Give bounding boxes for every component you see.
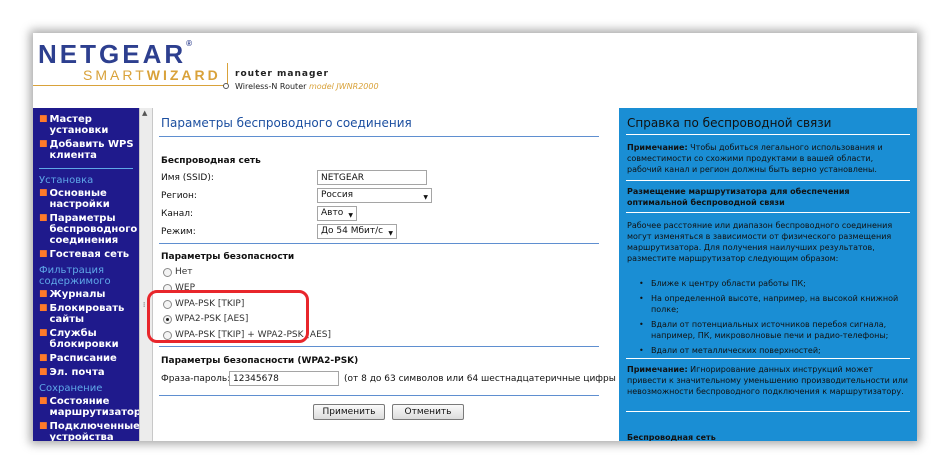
sidebar-section-setup: Установка — [39, 175, 94, 186]
help-placement-text: Рабочее расстояние или диапазон беспрово… — [627, 221, 893, 263]
help-divider — [626, 212, 910, 213]
title-divider — [159, 136, 599, 137]
sidebar-item-wireless-settings[interactable]: ■ Параметры беспроводного соединения — [33, 213, 139, 249]
bullet-icon: ■ — [39, 188, 48, 198]
router-admin-window: NETGEAR® SMARTWIZARD router manager Wire… — [33, 33, 917, 441]
sidebar-divider — [39, 168, 133, 169]
help-title: Справка по беспроводной связи — [627, 116, 832, 130]
mode-label: Режим: — [161, 227, 196, 237]
section-divider — [159, 346, 599, 347]
help-note-2: Примечание: Игнорирование данных инструк… — [627, 365, 908, 396]
wireless-settings-panel: Параметры беспроводного соединения Беспр… — [154, 108, 620, 441]
help-divider — [626, 358, 910, 359]
sidebar-item-setup-wizard[interactable]: ■ Мастер установки — [33, 114, 139, 139]
cancel-button[interactable]: Отменить — [392, 404, 464, 420]
sidebar-item-attached-devices[interactable]: ■ Подключенные устройства — [33, 421, 139, 441]
bullet-icon: ■ — [39, 213, 48, 223]
passphrase-label: Фраза-пароль: — [161, 374, 231, 384]
apply-button[interactable]: Применить — [313, 404, 385, 420]
sidebar-item-email[interactable]: ■ Эл. почта — [33, 367, 139, 381]
router-model-line: Wireless-N Router model JWNR2000 — [235, 82, 379, 91]
help-note-1: Примечание: Чтобы добиться легального ис… — [627, 143, 883, 174]
sidebar-section-content-filtering: Фильтрация содержимого — [39, 265, 111, 287]
bullet-icon: ■ — [39, 421, 48, 431]
section-divider — [159, 243, 599, 244]
channel-label: Канал: — [161, 209, 194, 219]
help-tip: На определенной высоте, например, на выс… — [637, 293, 905, 315]
help-panel: Справка по беспроводной связи Примечание… — [616, 105, 917, 441]
sidebar-item-block-sites[interactable]: ■ Блокировать сайты — [33, 303, 139, 328]
bullet-icon: ■ — [39, 353, 48, 363]
bullet-icon: ■ — [39, 289, 48, 299]
passphrase-input[interactable] — [229, 371, 339, 386]
chevron-down-icon: ▼ — [348, 212, 353, 219]
logo-underline — [33, 85, 228, 86]
sidebar-item-schedule[interactable]: ■ Расписание — [33, 353, 139, 367]
scroll-up-arrow-icon[interactable]: ▲ — [142, 109, 147, 117]
bullet-icon: ■ — [39, 114, 48, 124]
help-placement-heading: Размещение маршрутизатора для обеспечени… — [627, 187, 850, 207]
page-title: Параметры беспроводного соединения — [161, 116, 412, 130]
highlight-annotation — [147, 290, 309, 343]
security-options-heading: Параметры безопасности — [161, 252, 295, 262]
bullet-icon: ■ — [39, 249, 48, 259]
region-label: Регион: — [161, 191, 197, 201]
header: NETGEAR® SMARTWIZARD router manager Wire… — [33, 33, 917, 105]
sidebar-item-guest-network[interactable]: ■ Гостевая сеть — [33, 249, 139, 263]
sidebar-nav: ■ Мастер установки ■ Добавить WPS клиента … — [33, 105, 139, 441]
bullet-icon: ■ — [39, 396, 48, 406]
radio-button[interactable] — [163, 267, 172, 277]
scroll-grip-icon[interactable]: ⁞ — [143, 301, 145, 309]
help-section-2-heading: Беспроводная сеть — [627, 433, 716, 441]
router-manager-title: router manager — [235, 69, 329, 79]
security-option-none[interactable]: Нет — [163, 267, 193, 277]
region-select[interactable]: Россия ▼ — [317, 188, 432, 203]
help-tip: Ближе к центру области работы ПК; — [637, 278, 905, 289]
ssid-label: Имя (SSID): — [161, 173, 214, 183]
help-divider — [626, 180, 910, 181]
chevron-down-icon: ▼ — [388, 230, 393, 237]
netgear-logo: NETGEAR® — [38, 39, 193, 69]
sidebar-scrollbar[interactable] — [139, 108, 153, 441]
sidebar-item-add-wps-client[interactable]: ■ Добавить WPS клиента — [33, 139, 139, 164]
bullet-icon: ■ — [39, 328, 48, 338]
help-tip: Вдали от металлических поверхностей; — [637, 345, 905, 356]
bullet-icon: ■ — [39, 139, 48, 149]
help-tips-list: Ближе к центру области работы ПК; На опр… — [637, 278, 905, 360]
ssid-input[interactable] — [317, 170, 427, 185]
channel-select[interactable]: Авто ▼ — [317, 206, 357, 221]
sidebar-item-logs[interactable]: ■ Журналы — [33, 289, 139, 303]
wireless-network-heading: Беспроводная сеть — [161, 156, 261, 166]
chevron-down-icon: ▼ — [423, 194, 428, 201]
sidebar-section-maintenance: Сохранение — [39, 383, 103, 394]
sidebar-item-router-status[interactable]: ■ Состояние маршрутизатора — [33, 396, 139, 421]
sidebar-item-basic-settings[interactable]: ■ Основные настройки — [33, 188, 139, 213]
smartwizard-logo: SMARTWIZARD — [83, 67, 221, 83]
bullet-icon: ■ — [39, 303, 48, 313]
help-divider — [626, 411, 910, 412]
mode-select[interactable]: До 54 Мбит/с ▼ — [317, 224, 397, 239]
bullet-icon: ■ — [39, 367, 48, 377]
wpa2-psk-heading: Параметры безопасности (WPA2-PSK) — [161, 356, 359, 366]
passphrase-hint: (от 8 до 63 символов или 64 шестнадцатер… — [344, 374, 620, 384]
section-divider — [159, 395, 599, 396]
logo-dot-icon — [223, 83, 229, 89]
sidebar-item-block-services[interactable]: ■ Службы блокировки — [33, 328, 139, 353]
help-tip: Вдали от потенциальных источников перебо… — [637, 319, 905, 341]
help-divider — [626, 134, 910, 135]
